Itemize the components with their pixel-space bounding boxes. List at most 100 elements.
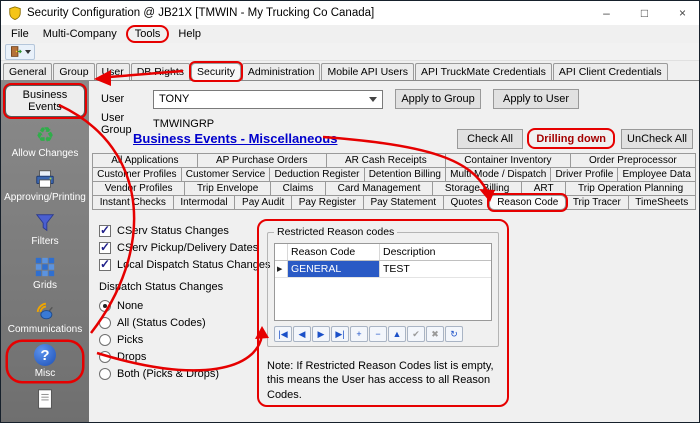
tab-db-rights[interactable]: DB Rights (131, 63, 190, 80)
nav-first-button[interactable]: |◀ (274, 326, 292, 342)
menu-help[interactable]: Help (171, 27, 208, 41)
subtab-multi-mode-dispatch[interactable]: Multi Mode / Dispatch (445, 167, 551, 182)
subtab-quotes[interactable]: Quotes (443, 195, 491, 210)
main-panel: User TONY Apply to Group Apply to User U… (89, 81, 699, 422)
reason-codes-annotation-box: Restricted Reason codes Reason Code Desc… (257, 219, 509, 407)
subtab-trip-envelope[interactable]: Trip Envelope (184, 181, 271, 196)
subtab-all-applications[interactable]: All Applications (92, 153, 198, 168)
subtab-card-management[interactable]: Card Management (325, 181, 433, 196)
subtab-driver-profile[interactable]: Driver Profile (550, 167, 618, 182)
nav-refresh-button[interactable]: ↻ (445, 326, 463, 342)
subtab-pay-register[interactable]: Pay Register (291, 195, 364, 210)
cell-reason-code[interactable]: GENERAL (288, 261, 380, 277)
subtab-employee-data[interactable]: Employee Data (617, 167, 696, 182)
radio-drops[interactable]: Drops (99, 349, 270, 365)
grid-icon (33, 255, 57, 279)
tab-security[interactable]: Security (191, 63, 241, 80)
sidebar-business-events-button[interactable]: Business Events (5, 85, 85, 117)
tab-group[interactable]: Group (53, 63, 94, 80)
subtab-reason-code[interactable]: Reason Code (489, 195, 566, 210)
subtab-order-preprocessor[interactable]: Order Preprocessor (570, 153, 696, 168)
subtab-container-inventory[interactable]: Container Inventory (445, 153, 571, 168)
nav-delete-button[interactable]: − (369, 326, 387, 342)
tab-mobile-api-users[interactable]: Mobile API Users (321, 63, 414, 80)
nav-last-button[interactable]: ▶| (331, 326, 349, 342)
cell-description[interactable]: TEST (380, 261, 491, 277)
radio-icon (99, 351, 111, 363)
sidebar: Business Events ♻ Allow Changes Approvin… (1, 81, 89, 422)
subtab-claims[interactable]: Claims (270, 181, 326, 196)
question-mark-icon (33, 343, 57, 367)
radio-all-status-codes[interactable]: All (Status Codes) (99, 315, 270, 331)
user-combobox[interactable]: TONY (153, 90, 383, 109)
subtab-intermodal[interactable]: Intermodal (173, 195, 236, 210)
menu-tools[interactable]: Tools (128, 27, 168, 41)
misc-options: CServ Status Changes CServ Pickup/Delive… (99, 223, 270, 383)
checkbox-cserv-status-changes[interactable]: CServ Status Changes (99, 223, 270, 239)
sidebar-item-communications[interactable]: Communications (8, 298, 82, 337)
subtab-pay-audit[interactable]: Pay Audit (234, 195, 292, 210)
sidebar-item-approving-printing[interactable]: Approving/Printing (8, 166, 82, 205)
sidebar-item-allow-changes[interactable]: ♻ Allow Changes (8, 122, 82, 161)
close-button[interactable]: × (666, 1, 699, 25)
tab-api-client-credentials[interactable]: API Client Credentials (553, 63, 668, 80)
subtab-pay-statement[interactable]: Pay Statement (363, 195, 444, 210)
subtab-customer-profiles[interactable]: Customer Profiles (92, 167, 182, 182)
subtab-art[interactable]: ART (521, 181, 566, 196)
checkbox-cserv-pickup-delivery-dates[interactable]: CServ Pickup/Delivery Dates (99, 240, 270, 256)
sidebar-item-misc[interactable]: Misc (8, 342, 82, 381)
tab-api-truckmate-credentials[interactable]: API TruckMate Credentials (415, 63, 552, 80)
column-header-reason-code[interactable]: Reason Code (288, 244, 380, 260)
nav-post-button[interactable]: ✔ (407, 326, 425, 342)
row-marker-header (275, 244, 288, 260)
subtab-detention-billing[interactable]: Detention Billing (364, 167, 446, 182)
menu-file[interactable]: File (4, 27, 36, 41)
checkbox-checked-icon (99, 242, 111, 254)
document-icon (33, 387, 57, 411)
subtab-customer-service[interactable]: Customer Service (181, 167, 271, 182)
nav-prior-button[interactable]: ◀ (293, 326, 311, 342)
table-row[interactable]: GENERAL TEST (275, 261, 491, 278)
menu-multi-company[interactable]: Multi-Company (36, 27, 124, 41)
nav-cancel-button[interactable]: ✖ (426, 326, 444, 342)
current-row-arrow-icon (275, 261, 288, 277)
exit-toolbar-button[interactable] (5, 44, 35, 60)
sidebar-item-grids[interactable]: Grids (8, 254, 82, 293)
maximize-button[interactable]: □ (628, 1, 661, 25)
window-title: Security Configuration @ JB21X [TMWIN - … (27, 7, 585, 19)
apply-to-group-button[interactable]: Apply to Group (395, 89, 481, 109)
check-all-button[interactable]: Check All (457, 129, 523, 149)
subtab-deduction-register[interactable]: Deduction Register (269, 167, 364, 182)
user-label: User (101, 93, 153, 105)
subtab-trip-operation-planning[interactable]: Trip Operation Planning (565, 181, 696, 196)
radio-both-picks-drops[interactable]: Both (Picks & Drops) (99, 366, 270, 382)
radio-selected-icon (99, 300, 111, 312)
subtab-instant-checks[interactable]: Instant Checks (92, 195, 174, 210)
printer-icon (33, 167, 57, 191)
grid-empty-area (275, 278, 491, 320)
tab-administration[interactable]: Administration (242, 63, 321, 80)
subtab-vendor-profiles[interactable]: Vendor Profiles (92, 181, 185, 196)
nav-insert-button[interactable]: + (350, 326, 368, 342)
tab-content: CServ Status Changes CServ Pickup/Delive… (89, 217, 699, 422)
uncheck-all-button[interactable]: UnCheck All (621, 129, 693, 149)
tab-user[interactable]: User (96, 63, 130, 80)
subtab-ap-purchase-orders[interactable]: AP Purchase Orders (197, 153, 327, 168)
tab-general[interactable]: General (3, 63, 52, 80)
subtab-storage-billing[interactable]: Storage Billing (432, 181, 522, 196)
subtab-ar-cash-receipts[interactable]: AR Cash Receipts (326, 153, 446, 168)
subtab-trip-tracer[interactable]: Trip Tracer (565, 195, 628, 210)
nav-next-button[interactable]: ▶ (312, 326, 330, 342)
radio-picks[interactable]: Picks (99, 332, 270, 348)
checkbox-checked-icon (99, 225, 111, 237)
apply-to-user-button[interactable]: Apply to User (493, 89, 579, 109)
nav-edit-button[interactable]: ▲ (388, 326, 406, 342)
restricted-reason-codes-label: Restricted Reason codes (274, 226, 397, 238)
minimize-button[interactable]: – (590, 1, 623, 25)
sidebar-item-bottom[interactable] (8, 386, 82, 413)
column-header-description[interactable]: Description (380, 244, 491, 260)
subtab-timesheets[interactable]: TimeSheets (628, 195, 696, 210)
sidebar-item-filters[interactable]: Filters (8, 210, 82, 249)
checkbox-local-dispatch-status-changes[interactable]: Local Dispatch Status Changes (99, 257, 270, 273)
radio-none[interactable]: None (99, 298, 270, 314)
